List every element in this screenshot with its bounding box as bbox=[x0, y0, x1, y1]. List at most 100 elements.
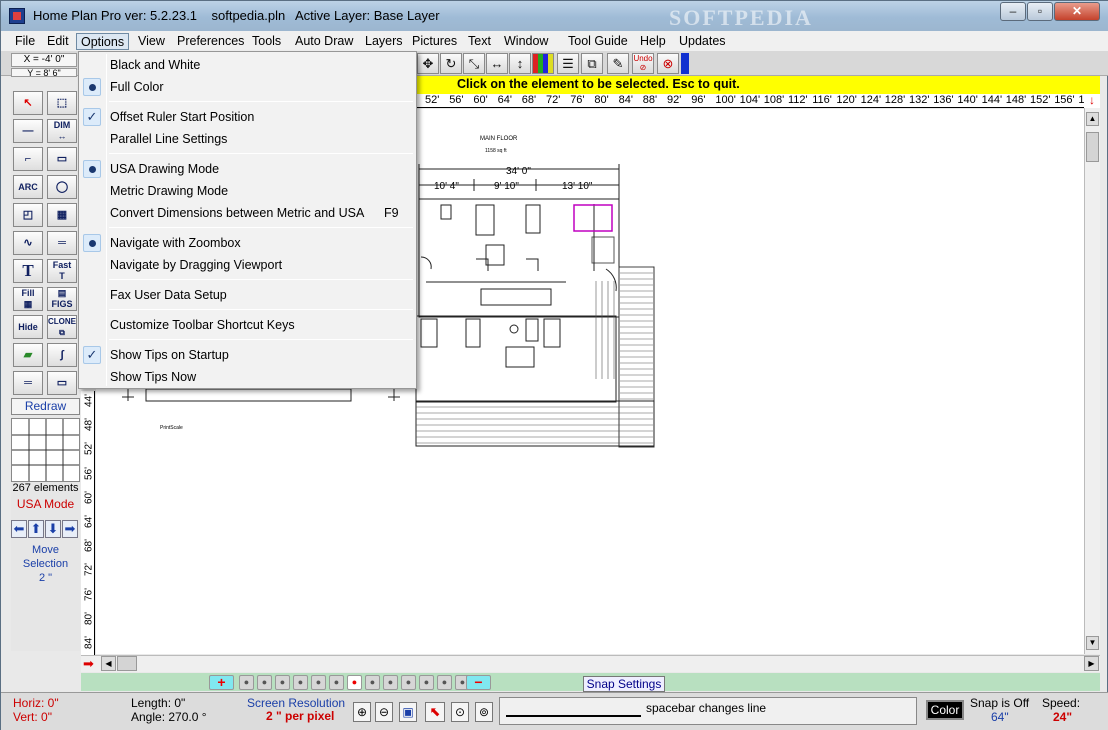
move-left-icon[interactable]: ⬅ bbox=[11, 520, 27, 538]
redraw-button[interactable]: Redraw bbox=[11, 398, 80, 415]
cancel-select-icon[interactable]: ⊗ bbox=[657, 53, 679, 74]
scroll-down-icon[interactable]: ▼ bbox=[1086, 636, 1099, 650]
circle-tool-icon[interactable]: ◯ bbox=[47, 175, 77, 199]
menu-window[interactable]: Window bbox=[500, 33, 552, 50]
menu-file[interactable]: File bbox=[11, 33, 39, 50]
move-icon[interactable]: ✥ bbox=[417, 53, 439, 74]
curve-tool-icon[interactable]: ∿ bbox=[13, 231, 43, 255]
options-menu-item[interactable]: Fax User Data Setup bbox=[79, 284, 416, 306]
options-menu-item[interactable]: Convert Dimensions between Metric and US… bbox=[79, 202, 416, 224]
vertical-scrollbar[interactable]: ▲ ▼ bbox=[1084, 108, 1100, 654]
page-dot[interactable]: ● bbox=[383, 675, 398, 690]
zoom-fit-icon[interactable]: ▣ bbox=[399, 702, 417, 722]
move-right-icon[interactable]: ➡ bbox=[62, 520, 78, 538]
menu-tool-guide[interactable]: Tool Guide bbox=[564, 33, 632, 50]
menu-preferences[interactable]: Preferences bbox=[173, 33, 248, 50]
picture-tool-icon[interactable]: ▰ bbox=[13, 343, 43, 367]
vertical-scroll-thumb[interactable] bbox=[1086, 132, 1099, 162]
page-dot[interactable]: ● bbox=[257, 675, 272, 690]
fast-text-icon[interactable]: Fast T bbox=[47, 259, 77, 283]
menu-edit[interactable]: Edit bbox=[43, 33, 73, 50]
select-arrow-icon[interactable]: ↖ bbox=[13, 91, 43, 115]
page-dot[interactable]: ● bbox=[329, 675, 344, 690]
menu-options[interactable]: Options bbox=[76, 33, 130, 50]
eraser-icon[interactable]: ✎ bbox=[607, 53, 629, 74]
hline-tool-icon[interactable]: ═ bbox=[13, 371, 43, 395]
page-left-arrow-icon[interactable]: ➡ bbox=[83, 657, 94, 670]
line-style-icon[interactable]: ☰ bbox=[557, 53, 579, 74]
options-menu-item[interactable]: Navigate by Dragging Viewport bbox=[79, 254, 416, 276]
figures-tool-icon[interactable]: ▤ FIGS bbox=[47, 287, 77, 311]
menu-layers[interactable]: Layers bbox=[361, 33, 407, 50]
maximize-button[interactable]: ▫ bbox=[1027, 2, 1053, 21]
page-dot[interactable]: ● bbox=[365, 675, 380, 690]
options-menu-item[interactable]: ✓ Offset Ruler Start Position bbox=[79, 106, 416, 128]
dimension-tool-icon[interactable]: DIM ↔ bbox=[47, 119, 77, 143]
page-dot[interactable]: ● bbox=[437, 675, 452, 690]
horizontal-stretch-icon[interactable]: ↔ bbox=[486, 53, 508, 74]
clone-tool-icon[interactable]: CLONE ⧉ bbox=[47, 315, 77, 339]
options-menu-item[interactable]: Parallel Line Settings bbox=[79, 128, 416, 150]
options-menu-item[interactable]: USA Drawing Mode bbox=[79, 158, 416, 180]
scroll-left-icon[interactable]: ◀ bbox=[101, 656, 116, 671]
horizontal-scroll-thumb[interactable] bbox=[117, 656, 137, 671]
arc-tool-icon[interactable]: ARC bbox=[13, 175, 43, 199]
double-line-icon[interactable]: ═ bbox=[47, 231, 77, 255]
move-down-icon[interactable]: ⬇ bbox=[45, 520, 61, 538]
group-icon[interactable]: ⧉ bbox=[581, 53, 603, 74]
scroll-up-icon[interactable]: ▲ bbox=[1086, 112, 1099, 126]
frame-tool-icon[interactable]: ▭ bbox=[47, 371, 77, 395]
text-tool-icon[interactable]: T bbox=[13, 259, 43, 283]
menu-pictures[interactable]: Pictures bbox=[408, 33, 461, 50]
scroll-right-icon[interactable]: ▶ bbox=[1084, 656, 1099, 671]
menu-updates[interactable]: Updates bbox=[675, 33, 730, 50]
menu-tools[interactable]: Tools bbox=[248, 33, 285, 50]
options-menu-item[interactable]: Metric Drawing Mode bbox=[79, 180, 416, 202]
menu-help[interactable]: Help bbox=[636, 33, 670, 50]
remove-page-icon[interactable]: − bbox=[466, 675, 491, 690]
hide-tool-icon[interactable]: Hide bbox=[13, 315, 43, 339]
zoom-select-icon[interactable]: ⬉ bbox=[425, 702, 445, 722]
add-page-icon[interactable]: + bbox=[209, 675, 234, 690]
horizontal-scrollbar[interactable]: ➡ ◀ ▶ bbox=[81, 655, 1100, 672]
zoom-out-icon[interactable]: ⊖ bbox=[375, 702, 393, 722]
options-menu-item[interactable]: ✓ Show Tips on Startup bbox=[79, 344, 416, 366]
page-dot[interactable]: ● bbox=[239, 675, 254, 690]
box-select-icon[interactable]: ⬚ bbox=[47, 91, 77, 115]
options-menu-item[interactable]: Full Color bbox=[79, 76, 416, 98]
menu-auto-draw[interactable]: Auto Draw bbox=[291, 33, 357, 50]
menu-view[interactable]: View bbox=[134, 33, 169, 50]
page-dot[interactable]: ● bbox=[293, 675, 308, 690]
snap-settings-button[interactable]: Snap Settings bbox=[583, 676, 665, 692]
options-menu-item[interactable]: Black and White bbox=[79, 54, 416, 76]
color-button[interactable]: Color bbox=[926, 700, 964, 720]
fill-tool-icon[interactable]: Fill ▦ bbox=[13, 287, 43, 311]
page-dot[interactable]: ● bbox=[311, 675, 326, 690]
scroll-down-arrow-icon[interactable]: ↓ bbox=[1084, 94, 1100, 108]
room-tool-icon[interactable]: ◰ bbox=[13, 203, 43, 227]
options-menu-item[interactable]: Navigate with Zoombox bbox=[79, 232, 416, 254]
minimize-button[interactable]: – bbox=[1000, 2, 1026, 21]
page-dot[interactable]: ● bbox=[419, 675, 434, 690]
rectangle-tool-icon[interactable]: ▭ bbox=[47, 147, 77, 171]
page-dot[interactable]: ● bbox=[401, 675, 416, 690]
color-palette-icon[interactable] bbox=[532, 53, 554, 74]
window-tool-icon[interactable]: ▦ bbox=[47, 203, 77, 227]
zoom-window-icon[interactable]: ⊙ bbox=[451, 702, 469, 722]
rotate-icon[interactable]: ↻ bbox=[440, 53, 462, 74]
page-dot-active[interactable]: ● bbox=[347, 675, 362, 690]
wall-tool-icon[interactable]: ⌐ bbox=[13, 147, 43, 171]
menu-text[interactable]: Text bbox=[464, 33, 495, 50]
move-up-icon[interactable]: ⬆ bbox=[28, 520, 44, 538]
grid-preview[interactable] bbox=[11, 418, 80, 482]
freehand-tool-icon[interactable]: ∫ bbox=[47, 343, 77, 367]
page-dot[interactable]: ● bbox=[275, 675, 290, 690]
vertical-stretch-icon[interactable]: ↕ bbox=[509, 53, 531, 74]
zoom-previous-icon[interactable]: ⊚ bbox=[475, 702, 493, 722]
zoom-in-icon[interactable]: ⊕ bbox=[353, 702, 371, 722]
resize-icon[interactable]: ⤡ bbox=[463, 53, 485, 74]
close-button[interactable]: ✕ bbox=[1054, 2, 1100, 21]
line-style-panel[interactable]: spacebar changes line bbox=[499, 697, 917, 725]
options-menu-item[interactable]: Customize Toolbar Shortcut Keys bbox=[79, 314, 416, 336]
undo-icon[interactable]: Undo ⊘ bbox=[632, 53, 654, 74]
